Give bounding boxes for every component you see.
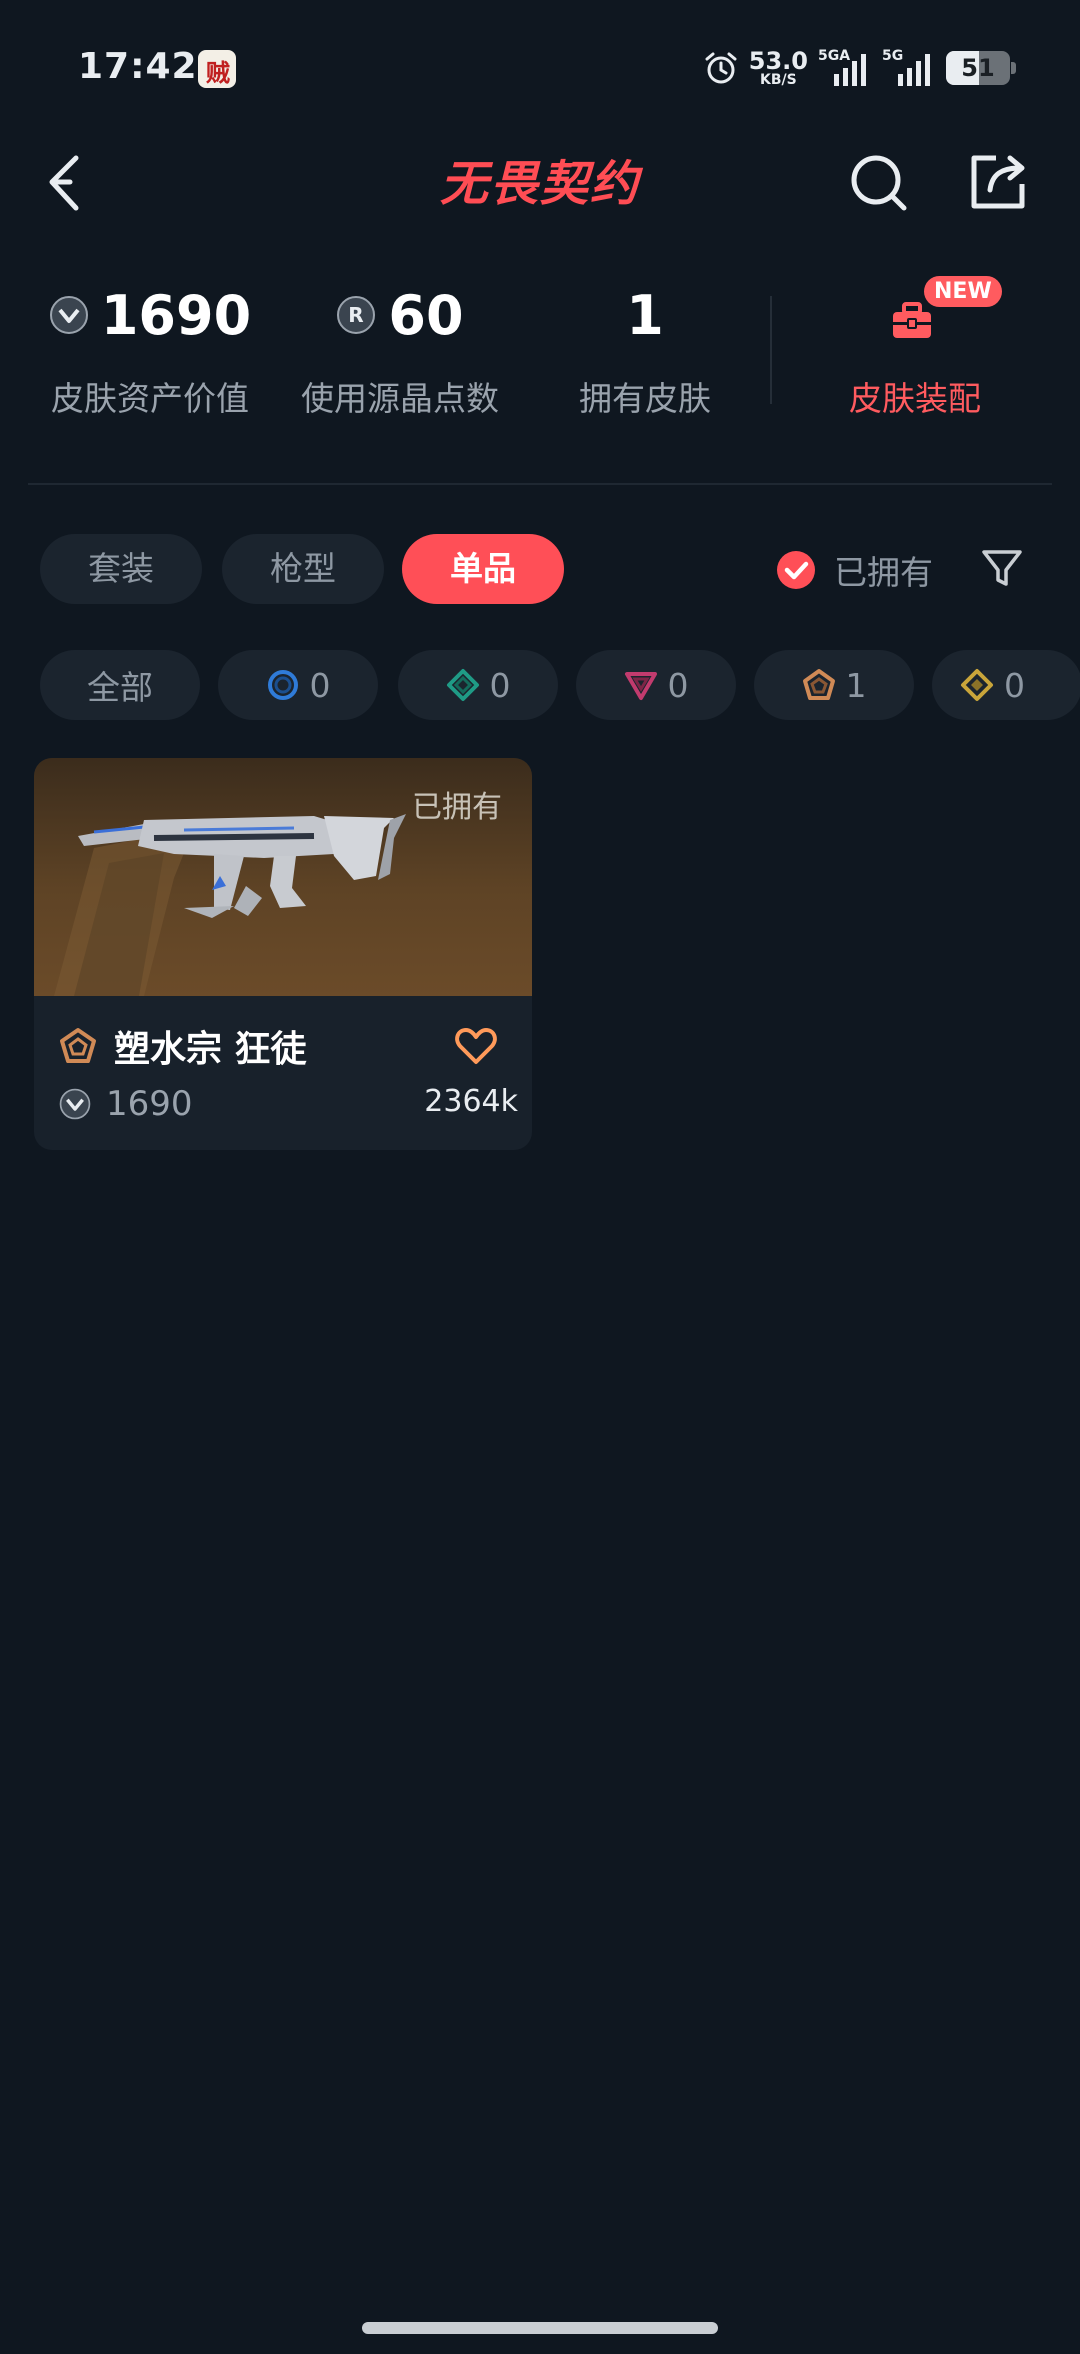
stat-value: 60 xyxy=(388,283,464,347)
home-indicator[interactable] xyxy=(362,2322,718,2334)
chip-count: 0 xyxy=(1004,665,1025,705)
svg-text:R: R xyxy=(349,303,364,327)
owned-tag: 已拥有 xyxy=(412,790,502,825)
rarity-chip-select[interactable]: 0 xyxy=(218,650,378,720)
select-tier-icon xyxy=(267,670,298,700)
filter-icon[interactable] xyxy=(980,546,1024,590)
net-speed: 53.0 KB/S xyxy=(749,49,808,87)
vp-coin-icon xyxy=(59,1088,91,1120)
status-indicators: 53.0 KB/S 5GA 5G 51 xyxy=(703,46,1016,90)
divider xyxy=(28,483,1052,485)
stat-label: 皮肤资产价值 xyxy=(51,379,249,418)
radianite-icon: R xyxy=(337,296,376,334)
owned-filter-label: 已拥有 xyxy=(834,553,933,592)
search-icon[interactable] xyxy=(848,152,910,214)
skin-loadout-button[interactable]: NEW 皮肤装配 xyxy=(820,276,1010,420)
battery-icon: 51 xyxy=(946,51,1016,85)
signal-bars-icon xyxy=(898,54,930,86)
rarity-chip-all[interactable]: 全部 xyxy=(40,650,200,720)
tab-single-items[interactable]: 单品 xyxy=(402,534,564,604)
skin-card[interactable]: 已拥有 塑水宗 狂徒 1690 2364k xyxy=(34,758,532,1150)
rarity-chip-ultra[interactable]: 0 xyxy=(932,650,1080,720)
skin-name: 塑水宗 狂徒 xyxy=(114,1029,307,1070)
net-speed-unit: KB/S xyxy=(760,72,797,88)
skin-price-row: 1690 xyxy=(58,1084,193,1124)
skin-likes: 2364k xyxy=(424,1084,518,1119)
back-button[interactable] xyxy=(40,148,96,220)
status-bar: 17:42 贼 53.0 KB/S 5GA 5G 51 xyxy=(0,0,1080,130)
chip-count: 0 xyxy=(667,665,689,705)
skin-image: 已拥有 xyxy=(34,758,532,996)
battery-level: 51 xyxy=(961,54,995,82)
premium-tier-icon xyxy=(624,672,657,700)
checkmark-icon xyxy=(777,551,815,589)
chip-label: 全部 xyxy=(87,668,153,707)
tab-bundles[interactable]: 套装 xyxy=(40,534,202,604)
chip-count: 1 xyxy=(845,665,867,705)
new-badge: NEW xyxy=(924,276,1002,307)
owned-filter-toggle[interactable]: 已拥有 xyxy=(776,540,933,600)
share-icon[interactable] xyxy=(968,150,1030,212)
signal-bars-icon xyxy=(834,54,866,86)
exclusive-tier-icon xyxy=(802,669,835,700)
vp-coin-icon xyxy=(49,296,88,334)
app-logo: 无畏契约 xyxy=(439,156,640,212)
signal-sim1: 5GA xyxy=(818,48,872,88)
rarity-chip-deluxe[interactable]: 0 xyxy=(398,650,558,720)
skin-price: 1690 xyxy=(106,1084,193,1124)
net-speed-value: 53.0 xyxy=(748,47,808,75)
tab-weapon-type[interactable]: 枪型 xyxy=(222,534,384,604)
heart-icon[interactable] xyxy=(454,1026,498,1066)
chip-count: 0 xyxy=(309,665,331,705)
status-time: 17:42 xyxy=(78,46,198,87)
rarity-chip-premium[interactable]: 0 xyxy=(576,650,736,720)
stat-value: 1 xyxy=(626,283,664,347)
deluxe-tier-icon xyxy=(446,669,479,701)
stat-asset-value: 1690 皮肤资产价值 xyxy=(40,280,260,420)
skin-name-row: 塑水宗 狂徒 xyxy=(58,1020,307,1072)
exclusive-tier-icon xyxy=(60,1028,96,1063)
stat-label: 使用源晶点数 xyxy=(301,379,499,418)
skin-loadout-label: 皮肤装配 xyxy=(849,379,981,418)
stat-value: 1690 xyxy=(100,283,252,347)
stat-radianite: R 60 使用源晶点数 xyxy=(290,280,510,420)
divider xyxy=(770,296,772,404)
chip-count: 0 xyxy=(489,665,511,705)
screen: 17:42 贼 53.0 KB/S 5GA 5G 51 无畏契约 1690 皮肤… xyxy=(0,0,1080,2354)
signal-sim2: 5G xyxy=(882,48,936,88)
toolbox-icon xyxy=(893,302,931,338)
alarm-icon xyxy=(705,52,737,84)
notification-app-icon: 贼 xyxy=(198,50,236,88)
ultra-tier-icon xyxy=(961,669,993,701)
rarity-chip-exclusive[interactable]: 1 xyxy=(754,650,914,720)
stat-label: 拥有皮肤 xyxy=(579,379,711,418)
stat-owned-skins: 1 拥有皮肤 xyxy=(545,280,745,420)
